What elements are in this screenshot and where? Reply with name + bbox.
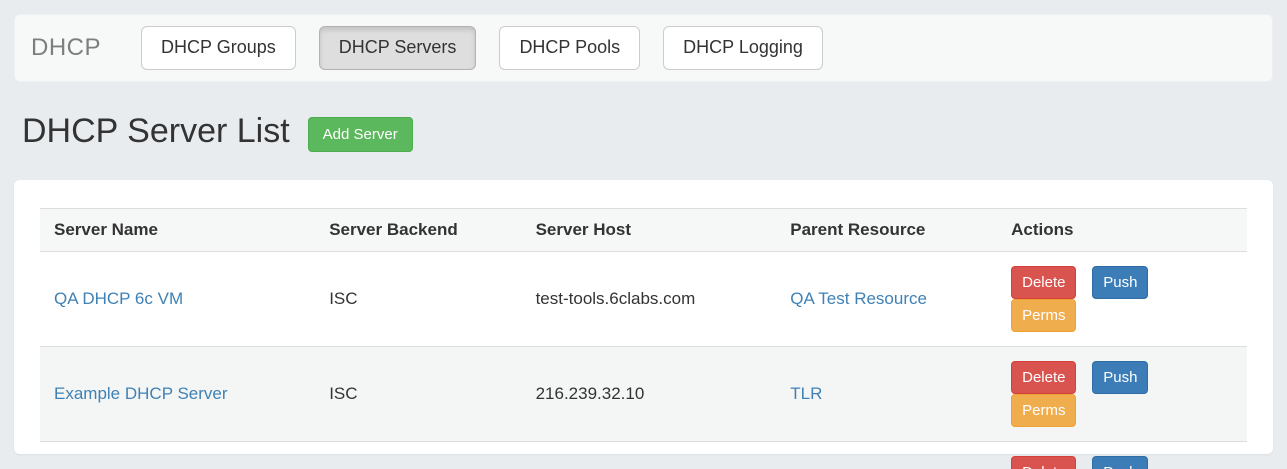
server-name-cell: 50281 DHCP Module — [40, 442, 315, 469]
parent-resource-link[interactable]: TLR — [790, 384, 822, 403]
tab-dhcp-logging[interactable]: DHCP Logging — [663, 26, 823, 70]
actions-cell: Delete Push Perms — [997, 442, 1247, 469]
server-name-cell: QA DHCP 6c VM — [40, 252, 315, 347]
parent-resource-cell: QA Test Resource — [776, 252, 997, 347]
actions-cell: Delete Push Perms — [997, 347, 1247, 442]
server-host-cell: 216.239.32.10 — [522, 347, 777, 442]
server-host-cell: 1.2.3.4 — [522, 442, 777, 469]
actions-cell: Delete Push Perms — [997, 252, 1247, 347]
parent-resource-cell: TLR — [776, 347, 997, 442]
server-backend-cell: ISC — [315, 252, 521, 347]
column-header-server-backend: Server Backend — [315, 209, 521, 252]
table-row: 50281 DHCP Module ISC 1.2.3.4 MyNewEntry… — [40, 442, 1247, 469]
push-button[interactable]: Push — [1092, 456, 1148, 469]
table-header-row: Server Name Server Backend Server Host P… — [40, 209, 1247, 252]
server-name-link[interactable]: Example DHCP Server — [54, 384, 228, 403]
server-name-cell: Example DHCP Server — [40, 347, 315, 442]
perms-button[interactable]: Perms — [1011, 394, 1076, 427]
delete-button[interactable]: Delete — [1011, 456, 1076, 469]
page-title: DHCP Server List — [22, 112, 290, 151]
push-button[interactable]: Push — [1092, 361, 1148, 394]
column-header-server-name: Server Name — [40, 209, 315, 252]
parent-resource-cell: MyNewEntry — [776, 442, 997, 469]
table-row: Example DHCP Server ISC 216.239.32.10 TL… — [40, 347, 1247, 442]
server-name-link[interactable]: QA DHCP 6c VM — [54, 289, 183, 308]
column-header-parent-resource: Parent Resource — [776, 209, 997, 252]
perms-button[interactable]: Perms — [1011, 299, 1076, 332]
tab-dhcp-pools[interactable]: DHCP Pools — [499, 26, 640, 70]
server-list-card: Server Name Server Backend Server Host P… — [14, 180, 1273, 454]
tab-dhcp-servers[interactable]: DHCP Servers — [319, 26, 477, 70]
server-host-cell: test-tools.6clabs.com — [522, 252, 777, 347]
push-button[interactable]: Push — [1092, 266, 1148, 299]
column-header-server-host: Server Host — [522, 209, 777, 252]
server-table: Server Name Server Backend Server Host P… — [40, 208, 1247, 469]
server-backend-cell: ISC — [315, 442, 521, 469]
tab-dhcp-groups[interactable]: DHCP Groups — [141, 26, 296, 70]
server-backend-cell: ISC — [315, 347, 521, 442]
heading-row: DHCP Server List Add Server — [22, 82, 1265, 180]
add-server-button[interactable]: Add Server — [308, 117, 413, 152]
delete-button[interactable]: Delete — [1011, 361, 1076, 394]
table-row: QA DHCP 6c VM ISC test-tools.6clabs.com … — [40, 252, 1247, 347]
nav-brand-label: DHCP — [31, 34, 101, 62]
parent-resource-link[interactable]: QA Test Resource — [790, 289, 927, 308]
delete-button[interactable]: Delete — [1011, 266, 1076, 299]
dhcp-nav-bar: DHCP DHCP Groups DHCP Servers DHCP Pools… — [14, 14, 1273, 82]
column-header-actions: Actions — [997, 209, 1247, 252]
